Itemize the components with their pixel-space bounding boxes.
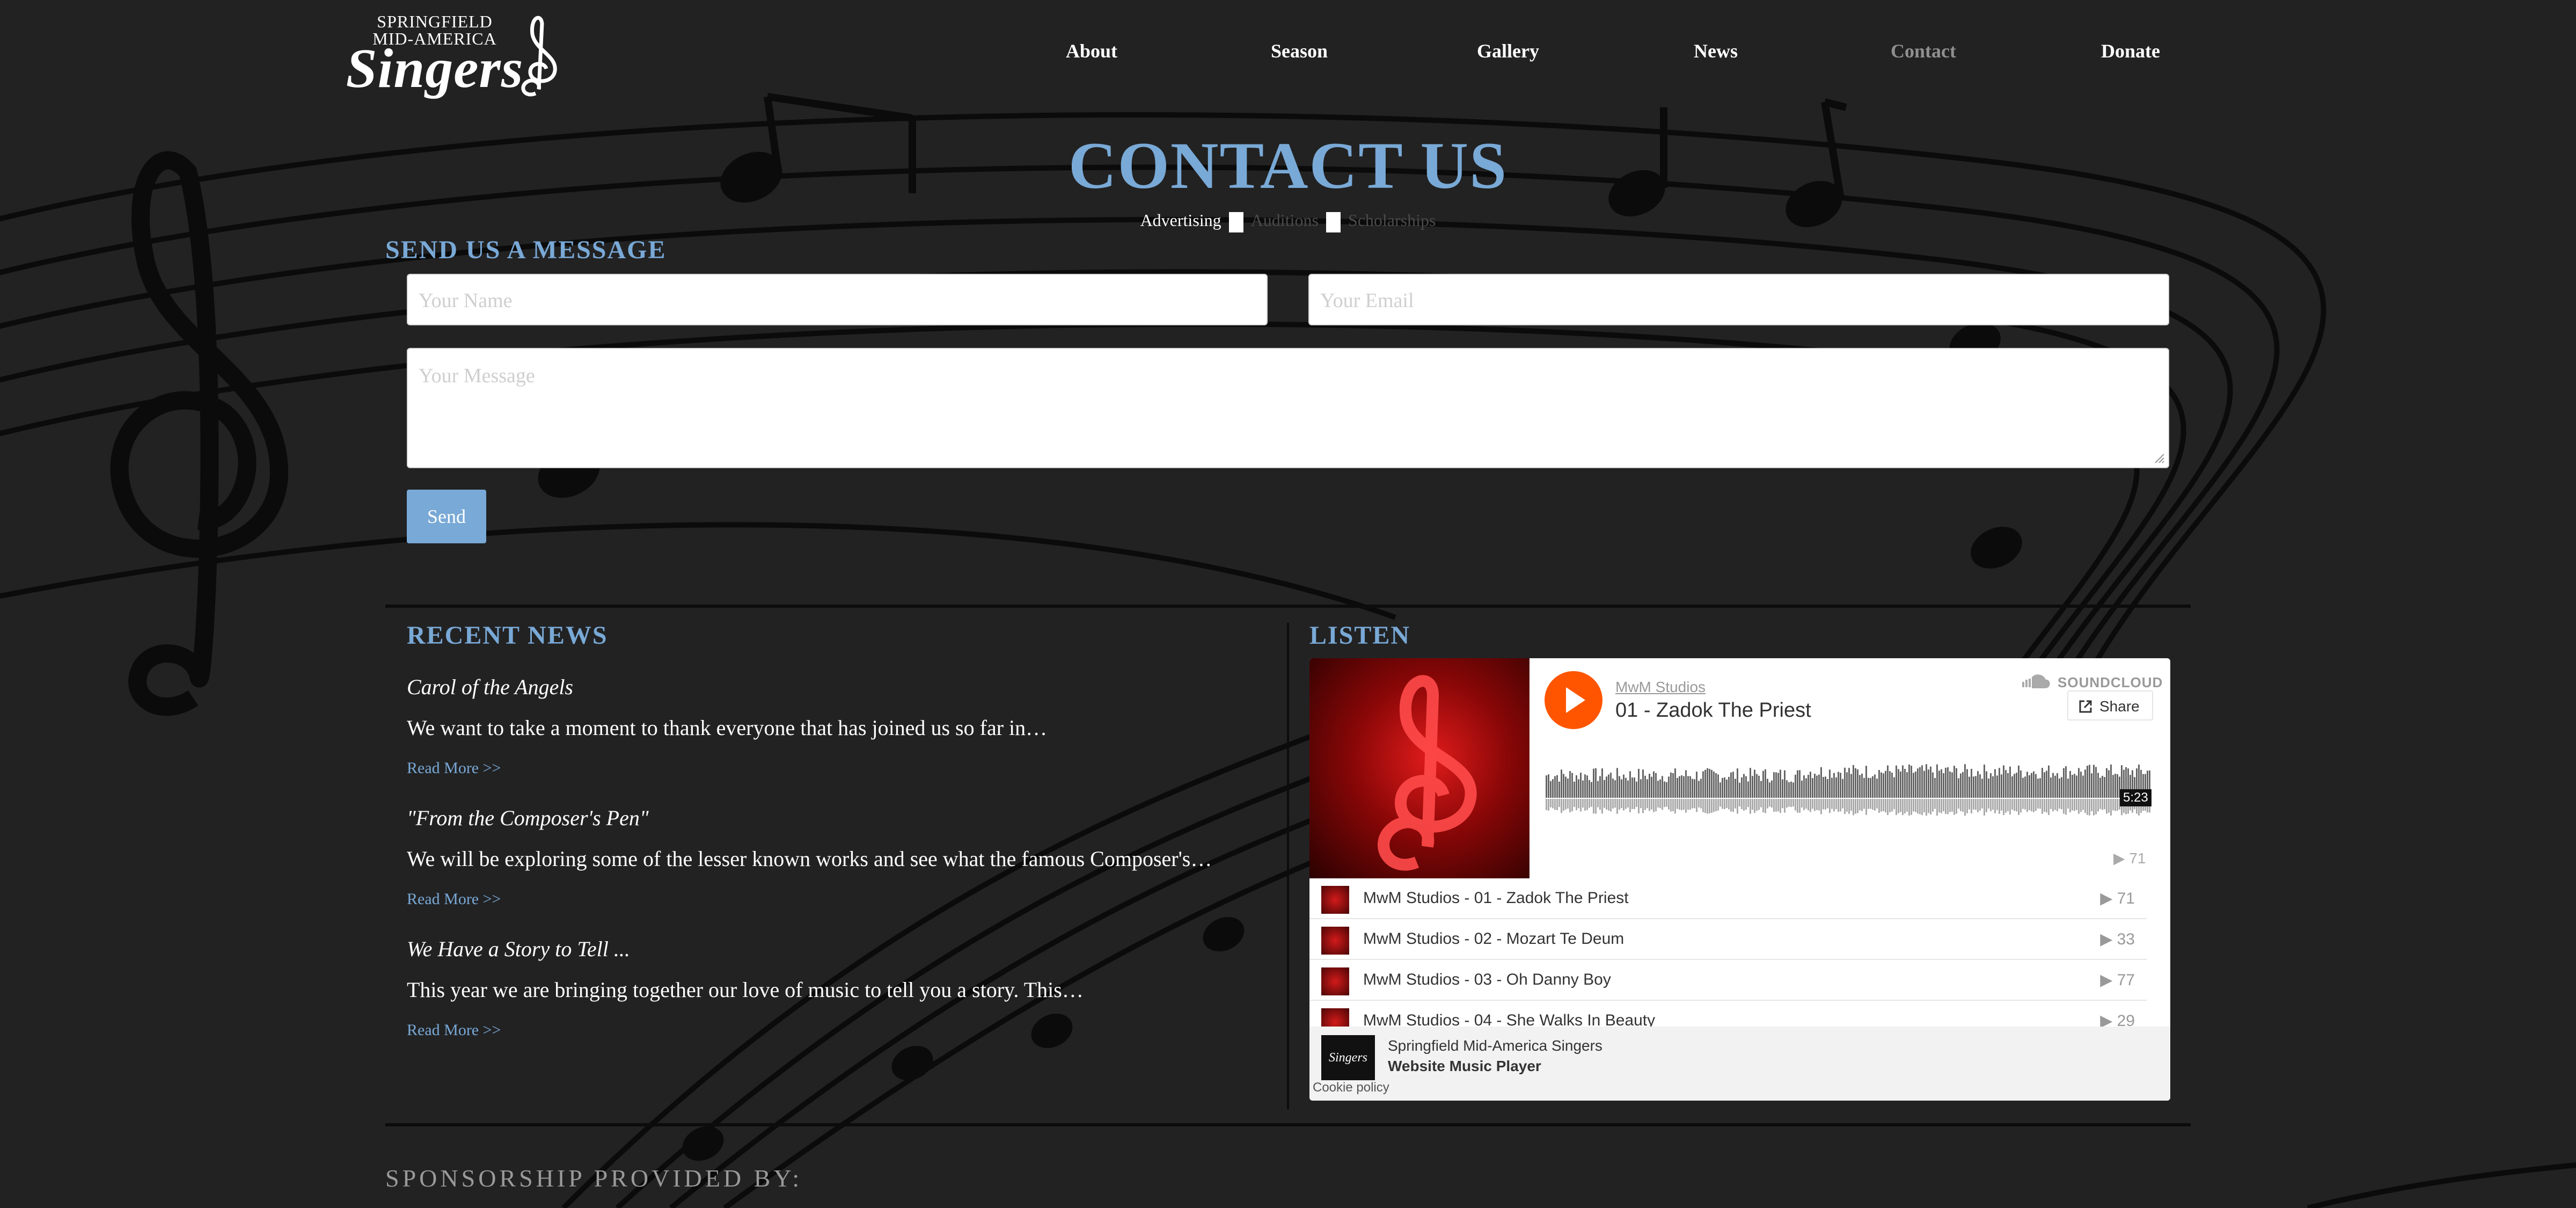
section-divider — [385, 1123, 2191, 1126]
track-thumbnail — [1321, 967, 1349, 995]
track-row[interactable]: MwM Studios - 01 - Zadok The Priest ▶ 71 — [1309, 878, 2147, 919]
email-input[interactable]: Your Email — [1308, 274, 2169, 325]
subnav-advertising[interactable]: Advertising — [1134, 210, 1228, 230]
contact-subnav: Advertising Auditions Scholarships — [0, 210, 2576, 232]
play-count: ▶ 71 — [2113, 850, 2146, 867]
nav-season[interactable]: Season — [1271, 40, 1328, 62]
column-divider — [1287, 623, 1289, 1109]
track-row-plays-value: 33 — [2117, 930, 2135, 948]
track-thumbnail — [1321, 886, 1349, 914]
news-item-excerpt: We want to take a moment to thank everyo… — [407, 716, 1048, 740]
track-row-name: MwM Studios - 02 - Mozart Te Deum — [1363, 930, 1624, 948]
track-artist[interactable]: MwM Studios — [1615, 679, 1706, 696]
track-list[interactable]: MwM Studios - 01 - Zadok The Priest ▶ 71… — [1309, 878, 2170, 1029]
soundcloud-brand[interactable]: SOUNDCLOUD — [2058, 674, 2163, 691]
read-more-link[interactable]: Read More >> — [407, 1021, 501, 1039]
name-input[interactable]: Your Name — [407, 274, 1268, 325]
track-row-plays-value: 71 — [2117, 890, 2135, 907]
news-item-title[interactable]: "From the Composer's Pen" — [407, 805, 649, 831]
subnav-auditions[interactable]: Auditions — [1245, 210, 1325, 230]
page-title: CONTACT US — [1068, 129, 1508, 202]
nav-contact[interactable]: Contact — [1891, 40, 1956, 62]
share-button[interactable]: Share — [2067, 690, 2153, 721]
play-button[interactable] — [1545, 671, 1602, 729]
news-item-excerpt: We will be exploring some of the lesser … — [407, 847, 1212, 871]
track-row-plays: ▶ 71 — [2100, 890, 2135, 907]
listen-heading: LISTEN — [1309, 621, 1411, 650]
nav-about[interactable]: About — [1066, 40, 1117, 62]
player-footer: Singers Springfield Mid-America Singers … — [1309, 1027, 2170, 1101]
news-item-title[interactable]: Carol of the Angels — [407, 674, 573, 700]
track-row-name: MwM Studios - 03 - Oh Danny Boy — [1363, 971, 1611, 988]
track-row-plays: ▶ 33 — [2100, 930, 2135, 948]
share-icon — [2079, 700, 2092, 713]
track-row-plays-value: 77 — [2117, 971, 2135, 989]
track-thumbnail — [1321, 927, 1349, 955]
nav-donate[interactable]: Donate — [2101, 40, 2160, 62]
resize-handle-icon[interactable] — [2153, 452, 2165, 464]
waveform[interactable] — [1546, 755, 2155, 830]
main-nav: About Season Gallery News Contact Donate — [0, 0, 2576, 102]
news-item-title[interactable]: We Have a Story to Tell ... — [407, 936, 630, 962]
message-textarea[interactable]: Your Message — [407, 348, 2169, 468]
read-more-link[interactable]: Read More >> — [407, 890, 501, 908]
play-icon — [1566, 687, 1585, 713]
play-count-value: 71 — [2129, 850, 2146, 867]
footer-logo: Singers — [1321, 1035, 1375, 1080]
track-row[interactable]: MwM Studios - 03 - Oh Danny Boy ▶ 77 — [1309, 960, 2147, 1001]
track-row[interactable]: MwM Studios - 04 - She Walks In Beauty ▶… — [1309, 1001, 2147, 1029]
track-row[interactable]: MwM Studios - 02 - Mozart Te Deum ▶ 33 — [1309, 919, 2147, 960]
soundcloud-player[interactable]: MwM Studios 01 - Zadok The Priest SOUNDC… — [1309, 658, 2170, 1101]
track-row-name: MwM Studios - 01 - Zadok The Priest — [1363, 889, 1629, 907]
treble-clef-icon — [1378, 675, 1477, 871]
track-row-plays: ▶ 77 — [2100, 971, 2135, 989]
share-label: Share — [2099, 698, 2140, 715]
footer-title[interactable]: Springfield Mid-America Singers — [1388, 1037, 1602, 1054]
sponsorship-heading: SPONSORSHIP PROVIDED BY: — [385, 1165, 803, 1192]
nav-gallery[interactable]: Gallery — [1477, 40, 1539, 62]
send-button[interactable]: Send — [407, 490, 486, 543]
soundcloud-logo-icon — [2022, 674, 2050, 688]
read-more-link[interactable]: Read More >> — [407, 759, 501, 777]
track-thumbnail — [1321, 1008, 1349, 1029]
track-artwork — [1309, 658, 1529, 878]
track-duration: 5:23 — [2120, 789, 2151, 806]
section-divider — [385, 605, 2191, 608]
send-message-heading: SEND US A MESSAGE — [385, 236, 667, 264]
subnav-scholarships[interactable]: Scholarships — [1342, 210, 1443, 230]
nav-news[interactable]: News — [1694, 40, 1738, 62]
footer-subtitle: Website Music Player — [1388, 1058, 1541, 1074]
track-title[interactable]: 01 - Zadok The Priest — [1615, 699, 1811, 722]
news-item-excerpt: This year we are bringing together our l… — [407, 978, 1084, 1002]
recent-news-heading: RECENT NEWS — [407, 621, 608, 650]
subnav-divider — [1326, 212, 1341, 232]
cookie-policy-link[interactable]: Cookie policy — [1313, 1080, 1389, 1095]
subnav-divider — [1228, 212, 1243, 232]
